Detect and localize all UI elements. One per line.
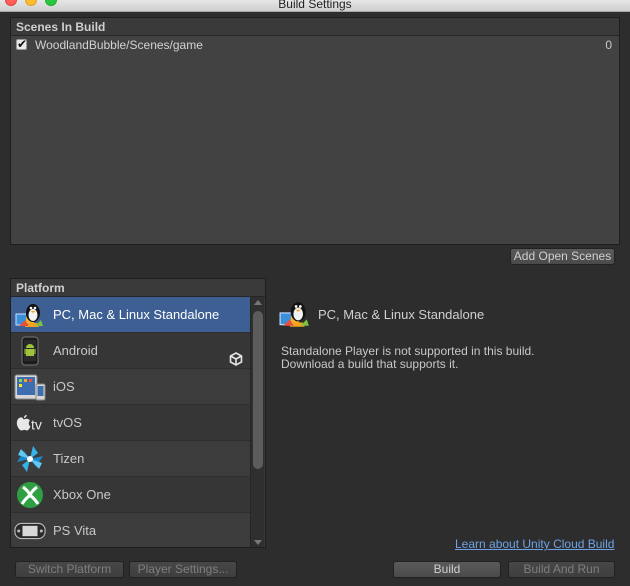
scroll-up-icon[interactable] [254,300,262,305]
unity-logo-icon [229,344,243,366]
scenes-header: Scenes In Build [11,18,619,36]
platform-label: Xbox One [53,487,111,502]
platform-item-xbox-one[interactable]: Xbox One [11,477,251,513]
ps-vita-icon [14,516,46,546]
platform-item-tvos[interactable]: tv tvOS [11,405,251,441]
apple-tv-icon: tv [14,408,46,438]
platform-item-ps-vita[interactable]: PS Vita [11,513,251,547]
add-open-scenes-button[interactable]: Add Open Scenes [510,248,615,265]
build-button[interactable]: Build [393,561,501,578]
scene-index: 0 [605,38,612,52]
platform-item-android[interactable]: Android [11,333,251,369]
scenes-in-build-panel: Scenes In Build ✔ WoodlandBubble/Scenes/… [10,17,620,245]
scroll-thumb[interactable] [253,311,263,469]
tizen-icon [14,444,46,474]
scene-path: WoodlandBubble/Scenes/game [35,38,203,52]
platform-header: Platform [11,279,265,297]
xbox-icon [14,480,46,510]
platform-label: PC, Mac & Linux Standalone [53,307,220,322]
build-and-run-button[interactable]: Build And Run [508,561,615,578]
cloud-build-link[interactable]: Learn about Unity Cloud Build [455,537,614,551]
linux-penguin-icon [14,300,46,330]
platform-item-standalone[interactable]: PC, Mac & Linux Standalone [11,297,251,333]
player-settings-button[interactable]: Player Settings... [129,561,237,578]
selected-platform-icon [279,298,311,330]
ios-devices-icon [14,372,46,402]
platform-item-tizen[interactable]: Tizen [11,441,251,477]
platform-label: Android [53,343,98,358]
scene-include-checkbox[interactable]: ✔ [16,37,27,51]
scene-row[interactable]: ✔ WoodlandBubble/Scenes/game 0 [11,36,619,54]
checkmark-icon: ✔ [17,37,28,51]
platform-label: tvOS [53,415,82,430]
window-title: Build Settings [278,0,352,11]
platform-label: Tizen [53,451,85,466]
platform-label: iOS [53,379,75,394]
platform-scrollbar[interactable] [250,297,264,547]
switch-platform-button[interactable]: Switch Platform [15,561,124,578]
platform-label: PS Vita [53,523,97,538]
android-icon [14,336,46,366]
svg-text:tv: tv [31,417,42,433]
window-titlebar: Build Settings [0,0,630,12]
selected-platform-title: PC, Mac & Linux Standalone [318,307,485,322]
platform-panel: Platform PC, Mac & Linux Standalone Andr… [10,278,266,548]
platform-list: PC, Mac & Linux Standalone Android iOS t… [11,297,251,547]
scroll-down-icon[interactable] [254,540,262,545]
status-line-2: Download a build that supports it. [281,357,459,371]
platform-status-message: Standalone Player is not supported in th… [281,345,535,371]
platform-item-ios[interactable]: iOS [11,369,251,405]
